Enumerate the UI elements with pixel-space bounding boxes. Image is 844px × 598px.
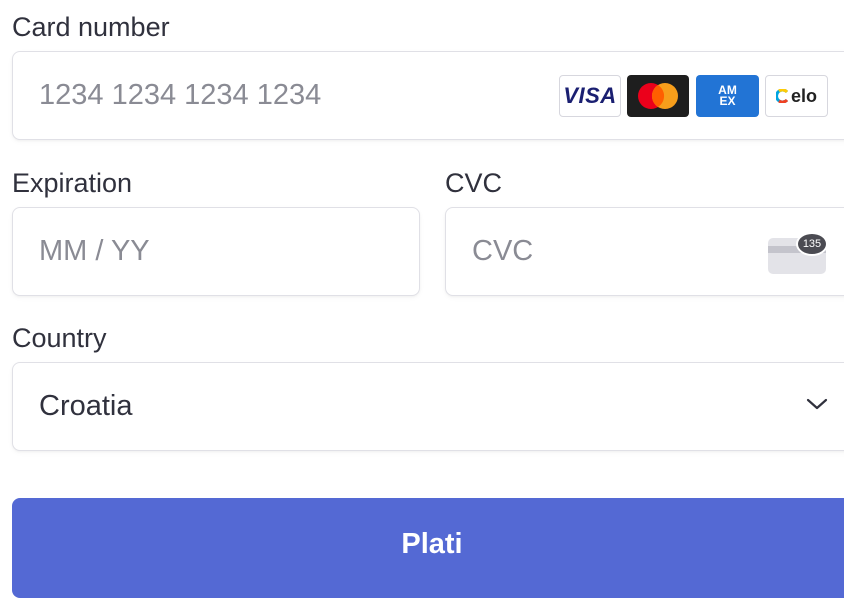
country-select[interactable]: Croatia xyxy=(12,362,844,451)
country-label: Country xyxy=(12,323,107,353)
chevron-down-icon[interactable] xyxy=(805,396,839,417)
cvc-input[interactable] xyxy=(472,208,752,295)
mastercard-icon xyxy=(627,75,689,117)
visa-icon: VISA xyxy=(559,75,621,117)
card-number-label: Card number xyxy=(12,12,170,42)
amex-icon: AM EX xyxy=(696,75,759,117)
country-selected-value: Croatia xyxy=(39,390,133,422)
pay-button[interactable]: Plati xyxy=(12,498,844,598)
elo-icon: elo xyxy=(765,75,828,117)
cvc-label: CVC xyxy=(445,168,503,198)
cvc-badge: 135 xyxy=(796,232,828,256)
cvc-field[interactable]: 135 xyxy=(445,207,844,296)
expiration-field[interactable] xyxy=(12,207,420,296)
cvc-card-icon: 135 xyxy=(768,232,828,276)
card-number-input[interactable] xyxy=(39,52,539,139)
card-number-field[interactable]: VISA AM EX elo xyxy=(12,51,844,140)
expiration-input[interactable] xyxy=(39,208,399,295)
expiration-label: Expiration xyxy=(12,168,133,198)
